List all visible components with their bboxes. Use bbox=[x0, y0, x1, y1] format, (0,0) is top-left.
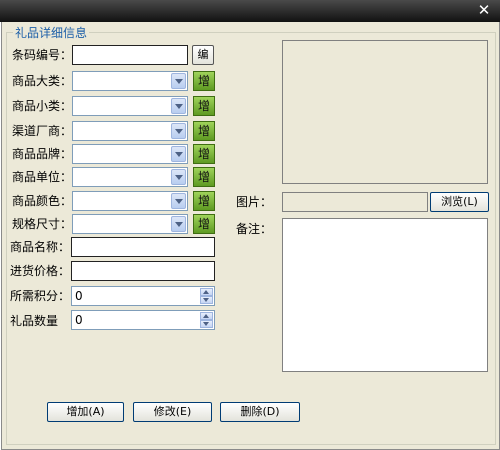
points-value: 0 bbox=[75, 289, 83, 303]
name-input[interactable] bbox=[71, 237, 215, 257]
image-label: 图片： bbox=[236, 195, 273, 209]
add-category-small-button[interactable]: 增 bbox=[193, 96, 215, 116]
browse-button[interactable]: 浏览(L) bbox=[430, 192, 489, 212]
add-color-button[interactable]: 增 bbox=[193, 191, 215, 211]
remark-label: 备注： bbox=[236, 222, 273, 236]
spin-up-icon[interactable] bbox=[200, 288, 213, 296]
chevron-down-icon[interactable] bbox=[171, 73, 186, 89]
remark-textarea[interactable] bbox=[282, 218, 488, 372]
spin-down-icon[interactable] bbox=[200, 320, 213, 328]
size-select[interactable] bbox=[72, 214, 188, 234]
category-small-label: 商品小类： bbox=[12, 99, 73, 113]
size-label: 规格尺寸： bbox=[12, 217, 73, 231]
vendor-select[interactable] bbox=[72, 121, 188, 141]
add-size-button[interactable]: 增 bbox=[193, 214, 215, 234]
chevron-down-icon[interactable] bbox=[171, 146, 186, 162]
add-unit-button[interactable]: 增 bbox=[193, 167, 215, 187]
delete-button[interactable]: 删除(D) bbox=[220, 402, 300, 422]
color-select[interactable] bbox=[72, 191, 188, 211]
chevron-down-icon[interactable] bbox=[171, 216, 186, 232]
vendor-label: 渠道厂商： bbox=[12, 124, 73, 138]
points-spinner[interactable]: 0 bbox=[71, 286, 215, 306]
add-button[interactable]: 增加(A) bbox=[47, 402, 124, 422]
quantity-spinner[interactable]: 0 bbox=[71, 310, 215, 330]
name-label: 商品名称： bbox=[10, 240, 71, 254]
group-title: 礼品详细信息 bbox=[13, 24, 90, 41]
title-bar: ✕ bbox=[0, 0, 500, 22]
quantity-value: 0 bbox=[75, 313, 83, 327]
category-big-label: 商品大类： bbox=[12, 74, 73, 88]
brand-select[interactable] bbox=[72, 144, 188, 164]
add-category-big-button[interactable]: 增 bbox=[193, 71, 215, 91]
add-vendor-button[interactable]: 增 bbox=[193, 121, 215, 141]
spin-down-icon[interactable] bbox=[200, 296, 213, 304]
chevron-down-icon[interactable] bbox=[171, 169, 186, 185]
dialog-body: 礼品详细信息 条码编号： 编 商品大类： 增 商品小类： 增 渠道厂商： 增 商… bbox=[1, 22, 500, 450]
chevron-down-icon[interactable] bbox=[171, 98, 186, 114]
close-icon[interactable]: ✕ bbox=[476, 2, 492, 18]
brand-label: 商品品牌： bbox=[12, 147, 73, 161]
price-input[interactable] bbox=[71, 261, 215, 281]
quantity-label: 礼品数量 bbox=[10, 314, 59, 328]
unit-label: 商品单位： bbox=[12, 170, 73, 184]
image-path-field[interactable] bbox=[282, 192, 428, 212]
edit-button[interactable]: 修改(E) bbox=[133, 402, 212, 422]
points-label: 所需积分： bbox=[10, 289, 71, 303]
category-small-select[interactable] bbox=[72, 96, 188, 116]
price-label: 进货价格： bbox=[10, 264, 71, 278]
chevron-down-icon[interactable] bbox=[171, 123, 186, 139]
add-brand-button[interactable]: 增 bbox=[193, 144, 215, 164]
image-preview bbox=[282, 40, 488, 184]
barcode-edit-button[interactable]: 编 bbox=[192, 45, 214, 65]
spin-up-icon[interactable] bbox=[200, 312, 213, 320]
chevron-down-icon[interactable] bbox=[171, 193, 186, 209]
barcode-label: 条码编号： bbox=[12, 48, 73, 62]
barcode-input[interactable] bbox=[72, 45, 188, 65]
category-big-select[interactable] bbox=[72, 71, 188, 91]
color-label: 商品颜色： bbox=[12, 194, 73, 208]
unit-select[interactable] bbox=[72, 167, 188, 187]
